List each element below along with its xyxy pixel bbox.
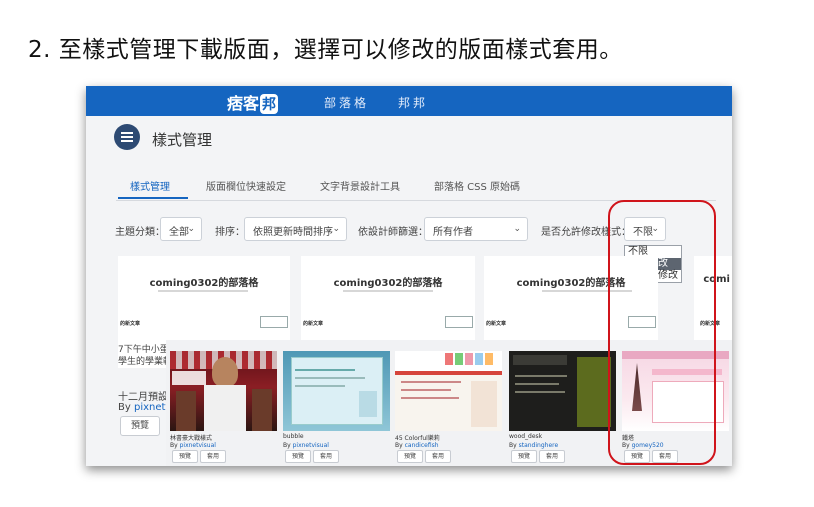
- template-name: 45 Colorful樂莉: [395, 435, 440, 442]
- theme-filter-label: 主題分類：: [115, 227, 165, 238]
- author-link[interactable]: pixnetvisual: [293, 442, 329, 449]
- preview-button[interactable]: 預覽: [397, 450, 423, 463]
- chevron-down-icon: ⌄: [187, 224, 195, 234]
- preview-button[interactable]: 預覽: [172, 450, 198, 463]
- author-link[interactable]: candicefish: [405, 442, 439, 449]
- card-search-box: [445, 316, 473, 328]
- card-blog-title: coming0302的部落格: [149, 278, 259, 289]
- card-subtitle-line: [343, 290, 433, 292]
- slide-title: 2. 至樣式管理下載版面，選擇可以修改的版面樣式套用。: [28, 37, 623, 63]
- theme-select-value: 全部: [169, 227, 189, 238]
- preview-button[interactable]: 預覽: [120, 416, 160, 436]
- chevron-down-icon: ⌄: [513, 224, 521, 234]
- template-thumbnail[interactable]: [509, 351, 616, 431]
- top-navigation-bar: 痞客邦 部落格 邦邦: [86, 86, 732, 116]
- template-name: bubble: [283, 433, 304, 440]
- chevron-down-icon: ⌄: [332, 224, 340, 234]
- template-author: By standinghere: [509, 442, 558, 449]
- designer-select[interactable]: 所有作者 ⌄: [424, 217, 528, 241]
- highlight-annotation: [608, 200, 716, 465]
- logo-box: 邦: [260, 94, 279, 114]
- template-thumbnail[interactable]: [283, 351, 390, 431]
- template-name: wood_desk: [509, 433, 543, 440]
- template-thumbnail[interactable]: [395, 351, 502, 431]
- left-card-title: 十二月預設: [118, 392, 168, 403]
- preview-button[interactable]: 預覽: [511, 450, 537, 463]
- template-author: By pixnetvisual: [170, 442, 216, 449]
- author-link[interactable]: pixnetvisual: [180, 442, 216, 449]
- theme-select[interactable]: 全部 ⌄: [160, 217, 202, 241]
- tab-column-settings[interactable]: 版面欄位快速設定: [206, 178, 286, 193]
- menu-icon[interactable]: [114, 124, 140, 150]
- card-blog-title: coming0302的部落格: [333, 278, 443, 289]
- template-author: By pixnetvisual: [283, 442, 329, 449]
- apply-button[interactable]: 套用: [425, 450, 451, 463]
- author-link[interactable]: standinghere: [519, 442, 559, 449]
- pixnet-logo[interactable]: 痞客邦: [227, 90, 279, 114]
- tab-bar: 樣式管理 版面欄位快速設定 文字背景設計工具 部落格 CSS 原始碼: [116, 172, 716, 201]
- sort-filter-label: 排序：: [215, 227, 245, 238]
- designer-select-value: 所有作者: [433, 227, 473, 238]
- by-prefix: By: [395, 442, 403, 449]
- card-section-title: 的新文章: [303, 321, 324, 327]
- apply-button[interactable]: 套用: [313, 450, 339, 463]
- nav-bangbang[interactable]: 邦邦: [398, 94, 428, 111]
- designer-filter-label: 依設計師篩選：: [358, 227, 428, 238]
- card-section-title: 的新文章: [486, 321, 507, 327]
- template-thumbnail[interactable]: [170, 351, 277, 431]
- sort-select[interactable]: 依照更新時間排序 ⌄: [244, 217, 347, 241]
- sort-select-value: 依照更新時間排序: [253, 227, 333, 238]
- card-subtitle-line: [158, 290, 248, 292]
- preview-button[interactable]: 預覽: [285, 450, 311, 463]
- card-section-title: 的新文章: [120, 321, 141, 327]
- page-title: 樣式管理: [152, 131, 213, 149]
- by-prefix: By: [283, 442, 291, 449]
- logo-text: 痞客: [227, 94, 260, 113]
- apply-button[interactable]: 套用: [539, 450, 565, 463]
- active-tab-indicator: [118, 197, 188, 199]
- tab-style-management[interactable]: 樣式管理: [130, 178, 170, 193]
- template-name: 林書豪大戰樣式: [170, 435, 213, 442]
- template-author: By candicefish: [395, 442, 439, 449]
- tab-text-background-tool[interactable]: 文字背景設計工具: [320, 178, 400, 193]
- by-prefix: By: [170, 442, 178, 449]
- nav-blog[interactable]: 部落格: [324, 94, 369, 111]
- by-prefix: By: [118, 402, 134, 413]
- tab-blog-css[interactable]: 部落格 CSS 原始碼: [434, 178, 520, 193]
- by-prefix: By: [509, 442, 517, 449]
- apply-button[interactable]: 套用: [200, 450, 226, 463]
- card-search-box: [260, 316, 288, 328]
